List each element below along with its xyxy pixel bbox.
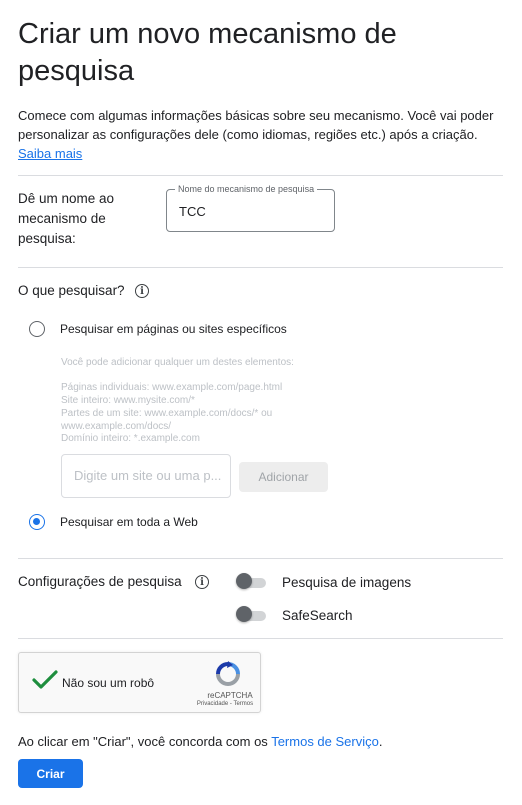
info-icon[interactable]: i [195,575,209,589]
radio-specific-sites[interactable] [29,321,45,337]
create-button[interactable]: Criar [18,759,83,788]
image-search-label: Pesquisa de imagens [282,575,412,590]
recaptcha-widget: Não sou um robô reCAPTCHA Privacidade - … [18,652,261,713]
site-url-input[interactable]: Digite um site ou uma p... [61,454,231,498]
terms-prefix: Ao clicar em "Criar", você concorda com … [18,734,272,749]
terms-notice: Ao clicar em "Criar", você concorda com … [18,733,382,751]
hint-item: Partes de um site: www.example.com/docs/… [61,408,273,432]
hint-intro: Você pode adicionar qualquer um destes e… [61,357,294,368]
captcha-label: Não sou um robô [62,676,155,690]
terms-suffix: . [378,734,383,749]
terms-of-service-link[interactable]: Termos de Serviço [271,734,379,749]
safesearch-label: SafeSearch [282,608,353,623]
intro-text: Comece com algumas informações básicas s… [18,108,494,142]
image-search-toggle[interactable] [236,573,266,589]
hint-item: Páginas individuais: www.example.com/pag… [61,382,283,393]
safesearch-toggle[interactable] [236,606,266,622]
toggle-knob [236,606,252,622]
engine-name-label: Dê um nome ao mecanismo de pesquisa: [18,191,115,246]
engine-name-field[interactable]: Nome do mecanismo de pesquisa TCC [166,183,335,232]
divider [18,175,503,176]
search-settings-heading: Configurações de pesquisa [18,574,182,589]
recaptcha-brand: reCAPTCHA [207,691,253,700]
checkmark-icon[interactable] [32,669,58,691]
intro-paragraph: Comece com algumas informações básicas s… [18,106,508,163]
radio-entire-web[interactable] [29,514,45,530]
divider [18,558,503,559]
toggle-knob [236,573,252,589]
hint-item: Site inteiro: www.mysite.com/* [61,395,195,406]
add-site-button[interactable]: Adicionar [239,462,328,492]
divider [18,267,503,268]
radio-specific-sites-label[interactable]: Pesquisar em páginas ou sites específico… [60,321,287,337]
divider [18,638,503,639]
engine-name-value[interactable]: TCC [179,204,206,219]
recaptcha-logo-icon [216,661,240,686]
radio-entire-web-label[interactable]: Pesquisar em toda a Web [60,514,198,530]
page-title: Criar um novo mecanismo de pesquisa [18,18,397,87]
info-icon[interactable]: i [135,284,149,298]
what-to-search-heading: O que pesquisar? [18,283,125,298]
engine-name-field-label: Nome do mecanismo de pesquisa [175,183,318,195]
learn-more-link[interactable]: Saiba mais [18,146,82,161]
hint-item: Domínio inteiro: *.example.com [61,433,200,444]
recaptcha-links[interactable]: Privacidade - Termos [185,701,265,707]
